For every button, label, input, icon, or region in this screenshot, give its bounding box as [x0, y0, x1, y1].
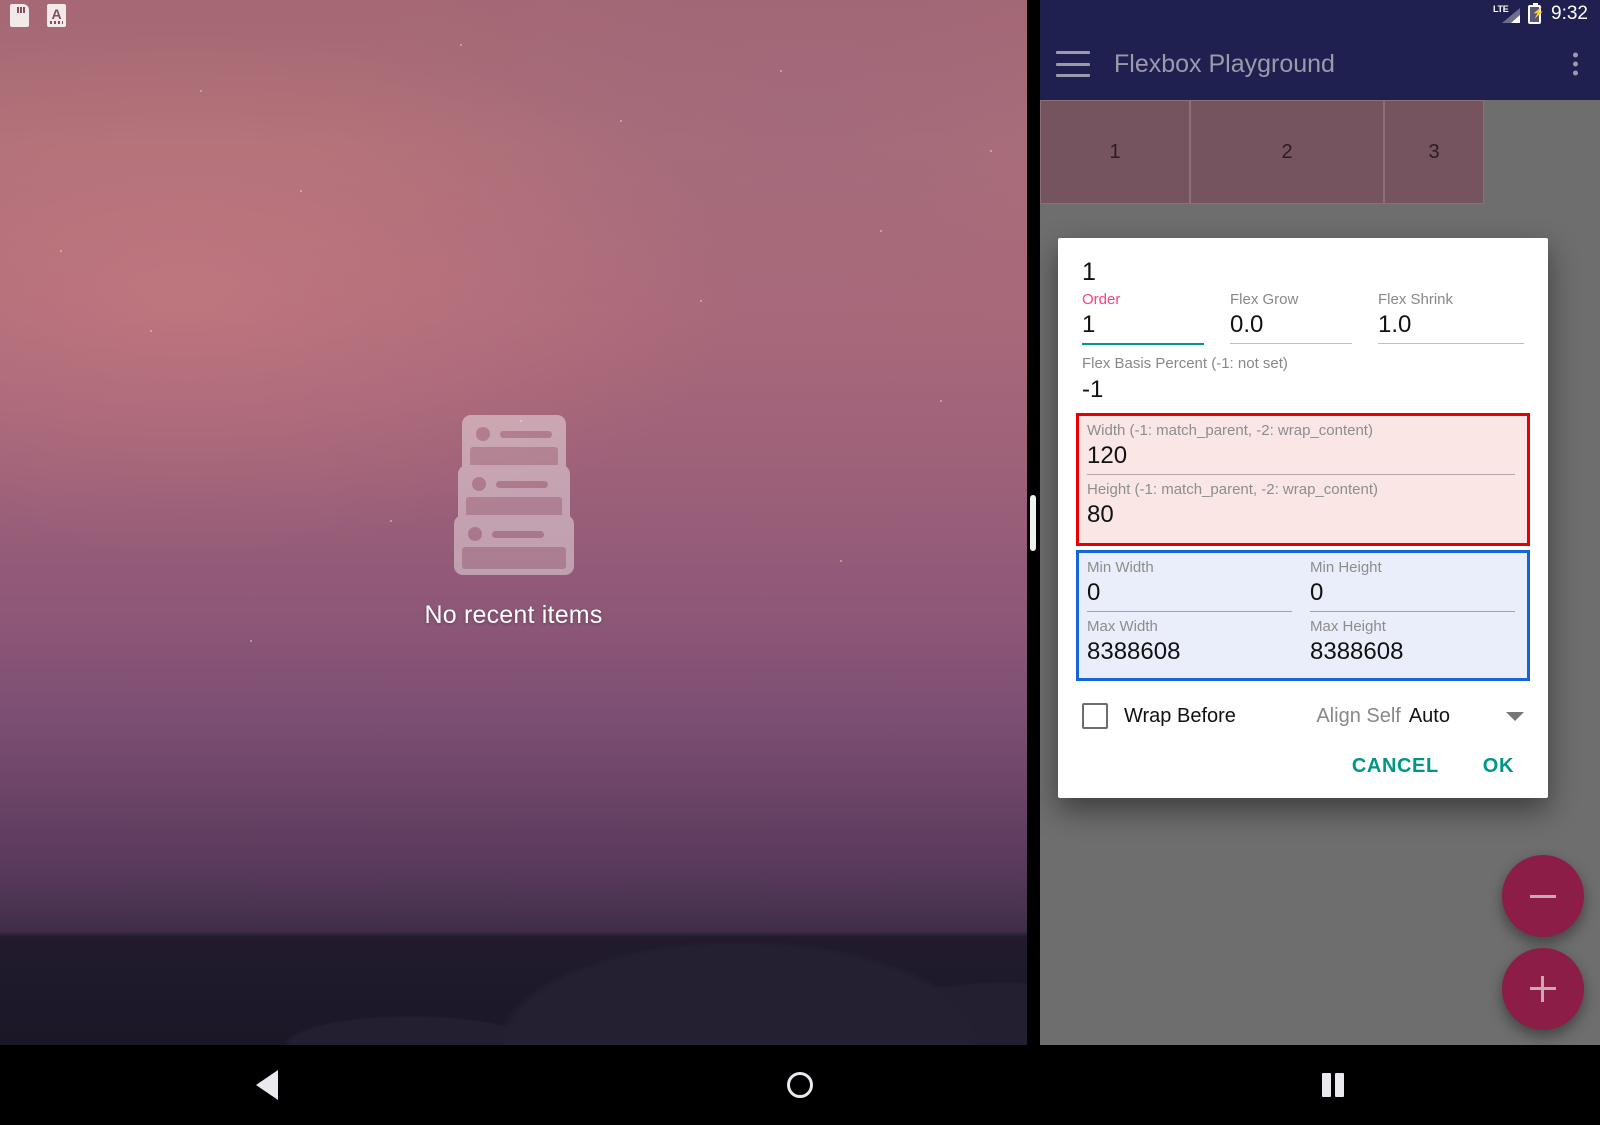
flex-item-1[interactable]: 1 — [1040, 100, 1190, 204]
app-bar: Flexbox Playground — [1040, 28, 1600, 100]
height-field[interactable]: Height (-1: match_parent, -2: wrap_conte… — [1087, 481, 1519, 533]
dialog-header: 1 — [1058, 260, 1548, 285]
flex-basis-percent-field[interactable]: Flex Basis Percent (-1: not set) -1 — [1058, 355, 1548, 409]
flex-item-label: 3 — [1428, 141, 1439, 164]
navigation-bar — [0, 1045, 1600, 1125]
plus-icon — [1530, 976, 1556, 1002]
max-height-field[interactable]: Max Height 8388608 — [1310, 618, 1519, 670]
flex-grow-field[interactable]: Flex Grow 0.0 — [1230, 291, 1376, 345]
width-underline — [1087, 474, 1515, 475]
align-self-value: Auto — [1409, 705, 1450, 728]
order-field[interactable]: Order 1 — [1082, 291, 1228, 345]
min-width-value[interactable]: 0 — [1087, 577, 1296, 611]
flex-basis-percent-label: Flex Basis Percent (-1: not set) — [1082, 355, 1524, 373]
split-screen-divider[interactable] — [1027, 0, 1040, 1045]
max-width-field[interactable]: Max Width 8388608 — [1087, 618, 1296, 670]
width-value[interactable]: 120 — [1087, 440, 1519, 474]
flex-item-label: 1 — [1109, 141, 1120, 164]
flex-item-2[interactable]: 2 — [1190, 100, 1384, 204]
overflow-menu-icon[interactable] — [1573, 53, 1578, 76]
flex-item-label: 2 — [1281, 141, 1292, 164]
align-self-dropdown[interactable]: Align Self Auto — [1316, 705, 1524, 728]
flexbox-playground-pane: LTE ⚡ 9:32 Flexbox Playground 1 2 3 — [1040, 0, 1600, 1045]
wrap-before-checkbox[interactable] — [1082, 703, 1108, 729]
android-split-screen: A No recent items — [0, 0, 1600, 1125]
width-label: Width (-1: match_parent, -2: wrap_conten… — [1087, 422, 1519, 440]
status-bar: LTE ⚡ 9:32 — [1040, 0, 1600, 28]
height-label: Height (-1: match_parent, -2: wrap_conte… — [1087, 481, 1519, 499]
dialog-actions: CANCEL OK — [1058, 729, 1548, 784]
split-screen-divider-handle[interactable] — [1030, 495, 1036, 551]
height-value[interactable]: 80 — [1087, 499, 1519, 533]
cancel-button[interactable]: CANCEL — [1352, 755, 1439, 778]
page-title: Flexbox Playground — [1114, 50, 1335, 79]
recents-empty-state: No recent items — [0, 0, 1027, 1045]
max-height-label: Max Height — [1310, 618, 1519, 636]
min-height-value[interactable]: 0 — [1310, 577, 1519, 611]
flex-container-preview: 1 2 3 — [1040, 100, 1600, 204]
flex-item-edit-dialog: 1 Order 1 Flex Grow 0.0 Flex Shrink 1.0 — [1058, 238, 1548, 798]
chevron-down-icon[interactable] — [1506, 712, 1524, 721]
battery-charging-icon: ⚡ — [1528, 5, 1541, 24]
order-underline — [1082, 343, 1204, 345]
flex-basis-percent-value[interactable]: -1 — [1082, 373, 1524, 409]
recent-apps-stack-icon — [454, 415, 574, 575]
min-height-underline — [1310, 611, 1515, 612]
clock-label: 9:32 — [1551, 3, 1588, 25]
min-height-field[interactable]: Min Height 0 — [1310, 559, 1519, 612]
back-triangle-icon[interactable] — [0, 1045, 533, 1125]
min-max-fields-highlight-box: Min Width 0 Min Height 0 Max Width 83886… — [1076, 550, 1530, 681]
min-width-field[interactable]: Min Width 0 — [1087, 559, 1296, 612]
flex-grow-label: Flex Grow — [1230, 291, 1376, 309]
flex-shrink-field[interactable]: Flex Shrink 1.0 — [1378, 291, 1524, 345]
order-value[interactable]: 1 — [1082, 309, 1228, 343]
size-fields-highlight-box: Width (-1: match_parent, -2: wrap_conten… — [1076, 413, 1530, 546]
align-self-label: Align Self — [1316, 705, 1401, 728]
flex-shrink-underline — [1378, 343, 1524, 344]
wrap-before-row: Wrap Before Align Self Auto — [1058, 703, 1548, 729]
recents-pane: A No recent items — [0, 0, 1027, 1045]
ok-button[interactable]: OK — [1483, 755, 1514, 778]
signal-cellular-icon: LTE — [1498, 6, 1520, 23]
item-index-label: 1 — [1082, 260, 1524, 285]
network-type-label: LTE — [1493, 4, 1508, 14]
flex-grow-value[interactable]: 0.0 — [1230, 309, 1376, 343]
minus-icon — [1530, 895, 1556, 898]
order-label: Order — [1082, 291, 1228, 309]
hamburger-menu-icon[interactable] — [1056, 51, 1090, 77]
home-circle-icon[interactable] — [533, 1045, 1066, 1125]
recents-empty-label: No recent items — [424, 601, 602, 630]
max-width-value[interactable]: 8388608 — [1087, 636, 1296, 670]
flex-properties-row: Order 1 Flex Grow 0.0 Flex Shrink 1.0 — [1058, 291, 1548, 345]
width-field[interactable]: Width (-1: match_parent, -2: wrap_conten… — [1087, 422, 1519, 475]
min-width-label: Min Width — [1087, 559, 1296, 577]
min-width-underline — [1087, 611, 1292, 612]
flex-grow-underline — [1230, 343, 1352, 344]
flex-shrink-label: Flex Shrink — [1378, 291, 1524, 309]
add-item-fab[interactable] — [1502, 948, 1584, 1030]
min-height-label: Min Height — [1310, 559, 1519, 577]
flex-shrink-value[interactable]: 1.0 — [1378, 309, 1524, 343]
recents-split-icon[interactable] — [1067, 1045, 1600, 1125]
max-width-label: Max Width — [1087, 618, 1296, 636]
flex-item-3[interactable]: 3 — [1384, 100, 1484, 204]
wrap-before-label: Wrap Before — [1124, 705, 1236, 728]
remove-item-fab[interactable] — [1502, 855, 1584, 937]
max-height-value[interactable]: 8388608 — [1310, 636, 1519, 670]
